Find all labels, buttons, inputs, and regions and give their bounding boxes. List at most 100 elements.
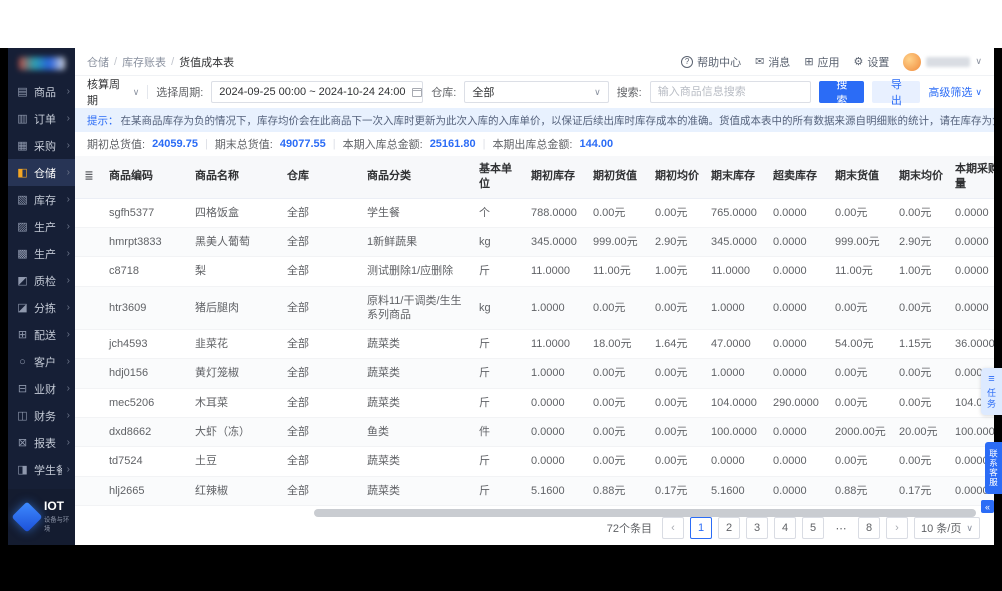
table-row[interactable]: jch4593 韭菜花 全部 蔬菜类斤 11.0000 18.00元 1.64元 47.000…: [75, 329, 994, 360]
sidebar-item-reports[interactable]: ⊠ 报表 ›: [8, 429, 75, 456]
table-cell: 18.00元: [587, 329, 649, 360]
inventory-icon: ▧: [17, 194, 28, 206]
table-row[interactable]: hdj0156 黄灯笼椒 全部 蔬菜类斤 1.0000 0.00元 0.00元 1.0000 0…: [75, 358, 994, 389]
table-cell: 全部: [281, 417, 361, 448]
warehouse-select[interactable]: 全部 ∨: [464, 81, 609, 103]
table-cell: 鱼类: [361, 417, 473, 448]
table-row[interactable]: dxd8662 大虾（冻） 全部 鱼类件 0.0000 0.00元 0.00元 100.000…: [75, 417, 994, 448]
sidebar-item-delivery[interactable]: ⊞ 配送 ›: [8, 321, 75, 348]
table-cell: 韭菜花: [189, 329, 281, 360]
chevron-down-icon: ∨: [966, 522, 973, 533]
action-messages[interactable]: ✉ 消息: [755, 54, 790, 70]
summary-label: 期末总货值:: [214, 139, 273, 151]
sidebar-item-sorting[interactable]: ◪ 分拣 ›: [8, 294, 75, 321]
table-row[interactable]: sgfh5377 四格饭盒 全部 学生餐个 788.0000 0.00元 0.00元 765.…: [75, 198, 994, 228]
row-icon-cell: [75, 417, 103, 448]
table-row[interactable]: td7524 土豆 全部 蔬菜类斤 0.0000 0.00元 0.00元 0.0000 0.00…: [75, 446, 994, 477]
iot-panel[interactable]: IOT 设备与环境: [8, 489, 75, 545]
action-label: 设置: [867, 56, 890, 69]
page-button[interactable]: 5: [802, 517, 824, 539]
table-cell: 0.00元: [893, 388, 949, 419]
page-button[interactable]: 1: [690, 517, 712, 539]
table-cell: 0.00元: [649, 198, 705, 228]
table-cell: 1.0000: [525, 358, 587, 389]
sidebar-item-student-meal[interactable]: ◨ 学生餐 ›: [8, 456, 75, 483]
page-size-select[interactable]: 10 条/页 ∨: [914, 517, 980, 539]
page-button[interactable]: 2: [718, 517, 740, 539]
table-row[interactable]: hmrpt3833 黑美人葡萄 全部 1新鲜蔬果 kg 345.0000 999.00元 2.…: [75, 227, 994, 258]
sidebar-item-production-1[interactable]: ▨ 生产 ›: [8, 213, 75, 240]
search-button[interactable]: 搜索: [819, 79, 865, 107]
table-cell: 黄灯笼椒: [189, 358, 281, 389]
table-cell: 0.17元: [649, 476, 705, 506]
breadcrumb-item[interactable]: 库存账表: [122, 54, 166, 70]
sidebar-item-production-2[interactable]: ▩ 生产 ›: [8, 240, 75, 267]
table-cell: 0.0000: [525, 446, 587, 477]
chevron-right-icon: ›: [66, 464, 70, 475]
page-button[interactable]: 4: [774, 517, 796, 539]
table-cell: 斤: [473, 329, 525, 360]
sidebar-item-quality[interactable]: ◩ 质检 ›: [8, 267, 75, 294]
table-cell: 0.00元: [649, 286, 705, 331]
sidebar: ▤ 商品 › ▥ 订单 › ▦ 采购 › ◧ 仓储 › ▧ 库存 › ▨ 生产 › ▩ 生产 › ◩ 质检 › ◪ 分拣 › ⊞ 配送 ›…: [8, 48, 75, 545]
iot-title: IOT: [44, 499, 64, 514]
next-page-button[interactable]: ›: [886, 517, 908, 539]
app-logo[interactable]: [8, 48, 75, 78]
table-row[interactable]: c8718 梨全部 测试删除1/应删除斤 11.0000 11.00元 1.00元 11.0…: [75, 256, 994, 287]
table-cell: 0.0000: [767, 227, 829, 258]
summary-value: 24059.75: [152, 138, 198, 150]
sidebar-item-warehouse[interactable]: ◧ 仓储 ›: [8, 159, 75, 186]
chevron-right-icon: ›: [66, 383, 70, 394]
action-help[interactable]: ? 帮助中心: [681, 54, 741, 70]
sidebar-item-goods[interactable]: ▤ 商品 ›: [8, 78, 75, 105]
chevron-down-icon: ∨: [975, 86, 982, 97]
table-cell: 斤: [473, 256, 525, 287]
table-row[interactable]: htr3609 猪后腿肉 全部 原料11/干调类/生生系列商品 kg 1.0000 0.00…: [75, 286, 994, 331]
page-button[interactable]: 8: [858, 517, 880, 539]
breadcrumb-item[interactable]: 货值成本表: [179, 54, 234, 70]
table-cell: 1新鲜蔬果: [361, 227, 473, 258]
table-cell: c8718: [103, 256, 189, 287]
row-icon-cell: [75, 388, 103, 419]
customer-service-floating-button[interactable]: 联系客服: [985, 442, 1002, 494]
user-menu[interactable]: ∨: [903, 52, 982, 71]
table-cell: 47.0000: [705, 329, 767, 360]
action-apps[interactable]: ⊞ 应用: [804, 54, 839, 70]
table-row[interactable]: mec5206 木耳菜 全部 蔬菜类斤 0.0000 0.00元 0.00元 104.0000…: [75, 388, 994, 419]
prev-page-button[interactable]: ‹: [662, 517, 684, 539]
table-cell: 梨: [189, 256, 281, 287]
column-header: 仓库: [281, 156, 361, 199]
action-settings[interactable]: ⚙ 设置: [854, 54, 890, 70]
page-button[interactable]: 3: [746, 517, 768, 539]
sidebar-item-label: 生产: [34, 248, 56, 261]
table-cell: 全部: [281, 256, 361, 287]
table-cell: 11.00元: [829, 256, 893, 287]
search-input[interactable]: [649, 81, 812, 103]
table-row[interactable]: hlj2665 红辣椒 全部 蔬菜类斤 5.1600 0.88元 0.17元 5.1600 0.…: [75, 476, 994, 506]
breadcrumb-item[interactable]: 仓储: [87, 54, 109, 70]
date-range-picker[interactable]: 2024-09-25 00:00 ~ 2024-10-24 24:00: [211, 81, 424, 103]
sidebar-item-finance[interactable]: ◫ 财务 ›: [8, 402, 75, 429]
column-settings-icon[interactable]: ≣: [75, 156, 103, 199]
production-2-icon: ▩: [17, 248, 28, 260]
table-cell: 测试删除1/应删除: [361, 256, 473, 287]
table-cell: 斤: [473, 446, 525, 477]
chevron-right-icon: ›: [66, 329, 70, 340]
warehouse-label: 仓库:: [431, 87, 457, 99]
advanced-filter-toggle[interactable]: 高级筛选 ∨: [928, 84, 982, 100]
biz-finance-icon: ⊟: [17, 383, 28, 395]
sidebar-item-customers[interactable]: ○ 客户 ›: [8, 348, 75, 375]
sidebar-item-orders[interactable]: ▥ 订单 ›: [8, 105, 75, 132]
collapse-panel-button[interactable]: «: [981, 500, 994, 513]
table-cell: td7524: [103, 446, 189, 477]
sidebar-item-purchase[interactable]: ▦ 采购 ›: [8, 132, 75, 159]
sidebar-item-biz-finance[interactable]: ⊟ 业财 ›: [8, 375, 75, 402]
sidebar-nav: ▤ 商品 › ▥ 订单 › ▦ 采购 › ◧ 仓储 › ▧ 库存 › ▨ 生产 › ▩ 生产 › ◩ 质检 › ◪ 分拣 › ⊞ 配送 ›…: [8, 78, 75, 545]
finance-icon: ◫: [17, 410, 28, 422]
export-button[interactable]: 导 出: [872, 79, 921, 107]
horizontal-scrollbar-thumb[interactable]: [313, 508, 976, 517]
period-type-select[interactable]: 核算周期 ∨: [87, 76, 139, 108]
sidebar-item-inventory[interactable]: ▧ 库存 ›: [8, 186, 75, 213]
task-floating-button[interactable]: ≡ 任务: [981, 368, 1002, 415]
column-header: 期末库存: [705, 156, 767, 199]
